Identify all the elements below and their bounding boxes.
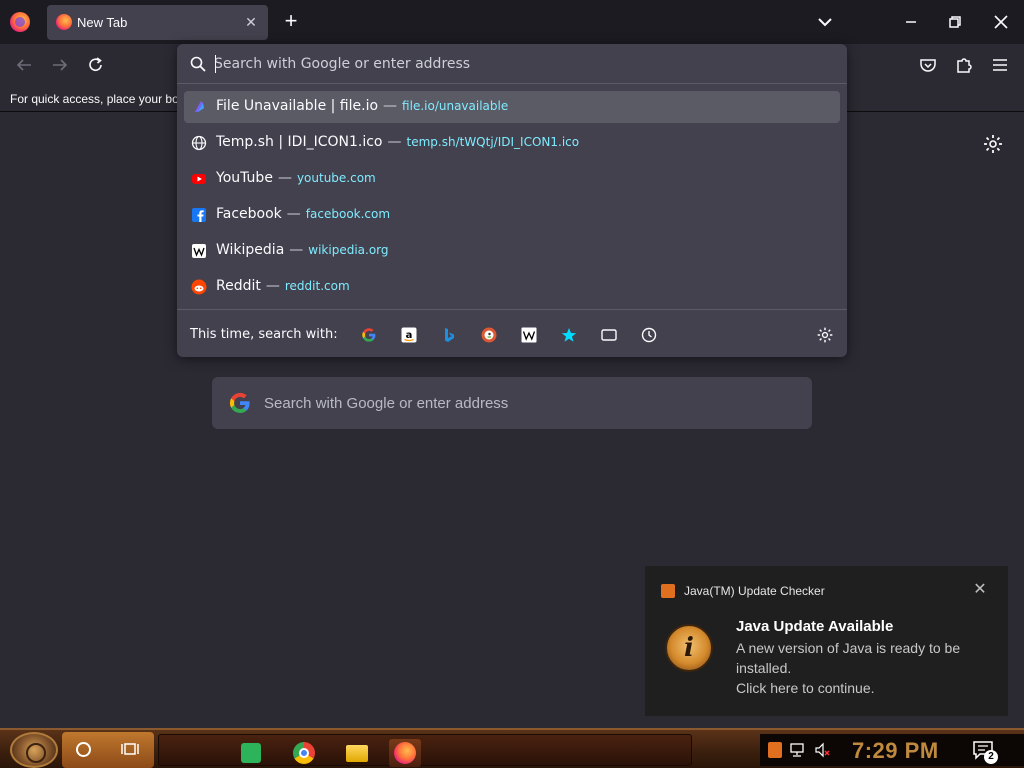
result-title: Facebook	[216, 206, 282, 222]
firefox-tab-icon	[56, 14, 72, 30]
bing-icon[interactable]	[440, 326, 458, 344]
tab-new-tab[interactable]: New Tab ✕	[47, 5, 268, 40]
result-url: reddit.com	[284, 279, 350, 293]
file-explorer-app[interactable]	[341, 739, 373, 767]
chrome-icon	[293, 742, 315, 764]
clock[interactable]: 7:29 PM	[852, 738, 939, 764]
result-url: temp.sh/tWQtj/IDI_ICON1.ico	[406, 135, 580, 149]
customize-gear-icon[interactable]	[982, 133, 1004, 155]
globe-icon	[191, 135, 207, 151]
result-title: YouTube	[216, 170, 273, 186]
taskbar: 7:29 PM 2	[0, 728, 1024, 768]
file-io-icon	[191, 99, 207, 115]
result-separator: —	[265, 278, 280, 294]
result-separator: —	[383, 98, 398, 114]
cortana-circle-icon[interactable]	[76, 742, 91, 757]
wikipedia-engine-icon[interactable]	[520, 326, 538, 344]
reload-icon[interactable]	[84, 53, 108, 77]
result-separator: —	[277, 170, 292, 186]
urlbar-input[interactable]	[214, 52, 814, 76]
list-all-tabs-chevron-icon[interactable]	[814, 12, 836, 32]
network-icon[interactable]	[790, 742, 806, 758]
urlbar-result-0[interactable]: File Unavailable | file.io — file.io/unava…	[184, 91, 840, 123]
result-url: file.io/unavailable	[402, 99, 509, 113]
result-url: wikipedia.org	[308, 243, 389, 257]
urlbar-result-5[interactable]: Reddit — reddit.com	[184, 271, 840, 303]
wikipedia-icon	[191, 243, 207, 259]
facebook-icon	[191, 207, 207, 223]
hamburger-menu-icon[interactable]	[988, 53, 1012, 77]
urlbar-dropdown: File Unavailable | file.io—file.io/unava…	[177, 44, 847, 357]
amazon-icon[interactable]: a	[400, 326, 418, 344]
search-with-label: This time, search with:	[190, 327, 338, 342]
search-icon	[190, 56, 206, 72]
sticky-notes-app[interactable]	[235, 739, 267, 767]
result-separator: —	[289, 242, 304, 258]
result-separator: —	[387, 134, 402, 150]
content-search-input[interactable]	[264, 389, 794, 417]
java-app-icon	[661, 584, 675, 598]
info-icon: i	[665, 624, 713, 672]
result-url: facebook.com	[305, 207, 391, 221]
bookmarks-hint: For quick access, place your bookmarks h…	[10, 92, 178, 106]
google-icon[interactable]	[360, 326, 378, 344]
firefox-icon	[394, 742, 416, 764]
task-view-icon[interactable]	[121, 741, 139, 757]
notification-app-name: Java(TM) Update Checker	[684, 584, 825, 598]
pocket-icon[interactable]	[916, 53, 940, 77]
result-title: File Unavailable | file.io	[216, 98, 379, 114]
youtube-icon	[191, 171, 207, 187]
content-search-box[interactable]	[212, 377, 812, 429]
notification-body-line: A new version of Java is ready to be ins…	[736, 640, 961, 676]
urlbar	[177, 44, 847, 84]
history-clock-icon[interactable]	[640, 326, 658, 344]
tab-title: New Tab	[77, 15, 128, 30]
back-arrow-icon[interactable]	[12, 53, 36, 77]
restore-button[interactable]	[931, 0, 979, 44]
result-separator: —	[286, 206, 301, 222]
urlbar-result-4[interactable]: Wikipedia — wikipedia.org	[184, 235, 840, 267]
start-button[interactable]	[10, 732, 58, 768]
search-settings-gear-icon[interactable]	[816, 326, 834, 344]
folder-icon	[346, 744, 368, 762]
new-tab-button[interactable]: +	[280, 10, 302, 32]
urlbar-result-1[interactable]: Temp.sh | IDI_ICON1.ico — temp.sh/tWQtj/ID…	[184, 127, 840, 159]
close-window-button[interactable]	[977, 0, 1024, 44]
bookmarks-star-icon[interactable]	[560, 326, 578, 344]
firefox-view-icon[interactable]	[10, 12, 30, 32]
result-title: Reddit	[216, 278, 261, 294]
text-caret	[215, 55, 216, 73]
notification-title: Java Update Available	[736, 618, 894, 635]
firefox-app[interactable]	[389, 739, 421, 767]
notification-close-icon[interactable]: ✕	[971, 581, 989, 599]
close-tab-icon[interactable]: ✕	[242, 13, 260, 31]
minimize-button[interactable]	[887, 0, 935, 44]
system-tray: 7:29 PM 2	[760, 734, 1024, 766]
volume-muted-icon[interactable]	[814, 742, 830, 758]
result-title: Temp.sh | IDI_ICON1.ico	[216, 134, 383, 150]
result-url: youtube.com	[296, 171, 376, 185]
one-off-search-row: This time, search with: a	[177, 309, 847, 357]
extensions-puzzle-icon[interactable]	[952, 53, 976, 77]
notification-count-badge: 2	[984, 750, 998, 764]
java-tray-icon[interactable]	[768, 742, 782, 758]
reddit-icon	[191, 279, 207, 295]
urlbar-result-2[interactable]: YouTube — youtube.com	[184, 163, 840, 195]
taskbar-apps	[158, 734, 692, 767]
chrome-app[interactable]	[288, 739, 320, 767]
notes-icon	[241, 743, 261, 763]
tabs-icon[interactable]	[600, 326, 618, 344]
result-title: Wikipedia	[216, 242, 285, 258]
urlbar-result-3[interactable]: Facebook — facebook.com	[184, 199, 840, 231]
svg-text:a: a	[406, 330, 413, 341]
notification-body: A new version of Java is ready to be ins…	[736, 638, 998, 698]
java-update-notification[interactable]: Java(TM) Update Checker ✕ i Java Update …	[645, 566, 1008, 716]
tab-strip: New Tab ✕ +	[0, 0, 1024, 44]
forward-arrow-icon[interactable]	[48, 53, 72, 77]
google-logo-icon	[228, 391, 252, 415]
notification-body-line: Click here to continue.	[736, 680, 875, 696]
duckduckgo-icon[interactable]	[480, 326, 498, 344]
